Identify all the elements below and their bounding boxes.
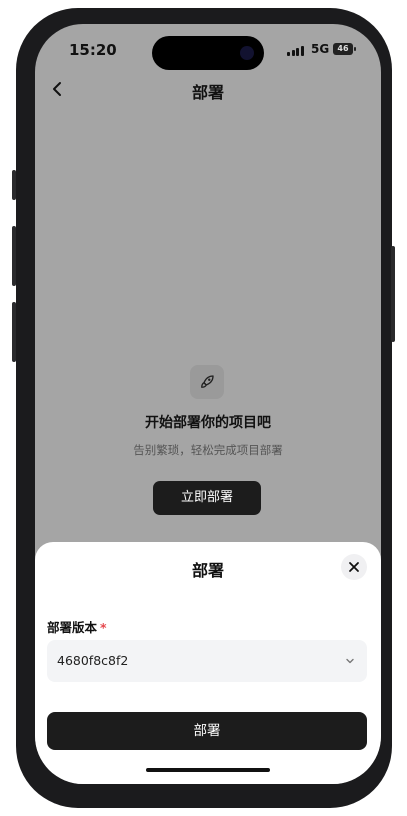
close-button[interactable] (341, 554, 367, 580)
signal-icon (287, 45, 304, 56)
deploy-submit-button[interactable]: 部署 (47, 712, 367, 750)
dynamic-island (152, 36, 264, 70)
screen: 15:20 5G 46 部署 开始部署你的项目吧 告别繁琐，轻松完成项目部署 立… (35, 24, 381, 784)
version-select[interactable]: 4680f8c8f2 (47, 640, 367, 682)
volume-up-button (12, 226, 16, 286)
action-button (12, 170, 16, 200)
volume-down-button (12, 302, 16, 362)
home-indicator (146, 768, 270, 772)
deploy-now-button[interactable]: 立即部署 (153, 481, 261, 515)
sheet-title: 部署 (191, 561, 224, 580)
empty-state-title: 开始部署你的项目吧 (145, 415, 271, 431)
status-time: 15:20 (69, 41, 117, 59)
battery-icon: 46 (333, 43, 356, 55)
status-bar: 15:20 5G 46 (35, 24, 381, 78)
version-label-text: 部署版本 (47, 620, 98, 635)
empty-state-subtitle: 告别繁琐，轻松完成项目部署 (133, 443, 283, 457)
network-label: 5G (311, 42, 330, 56)
chevron-down-icon (346, 658, 354, 664)
camera-icon (240, 46, 254, 60)
empty-state-icon (190, 365, 224, 399)
rocket-icon (201, 375, 214, 388)
version-select-value: 4680f8c8f2 (57, 653, 129, 668)
page-title: 部署 (191, 83, 224, 102)
required-mark: * (100, 620, 107, 635)
power-button (391, 246, 395, 342)
close-icon (349, 562, 359, 572)
version-field-label: 部署版本 * (47, 617, 107, 636)
deploy-sheet: 部署 部署版本 * 4680f8c8f2 部署 (35, 542, 381, 784)
